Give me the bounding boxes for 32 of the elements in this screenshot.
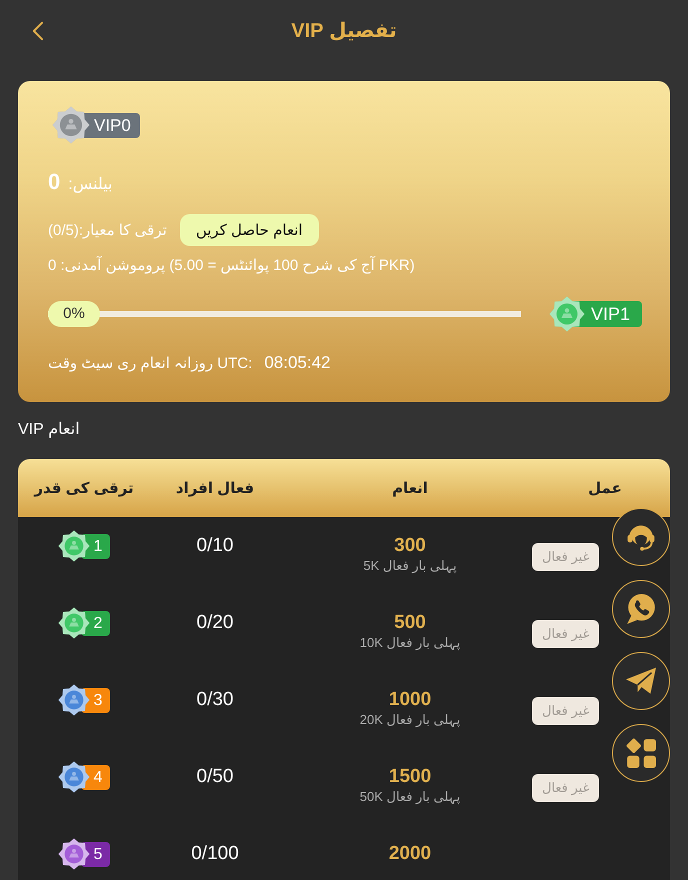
reset-time: 08:05:42 <box>264 353 330 373</box>
member-count: 0/20 <box>196 611 234 635</box>
member-count: 0/10 <box>196 534 234 558</box>
member-count: 0/50 <box>196 765 234 789</box>
column-header: انعام <box>392 479 428 497</box>
column-header: ترقی کی قدر <box>34 479 134 497</box>
progress-thumb: 0% <box>48 301 100 327</box>
claim-reward-button[interactable]: انعام حاصل کریں <box>180 214 319 246</box>
balance-value: 0 <box>48 169 60 195</box>
paper-plane-icon <box>626 666 656 696</box>
member-count: 0/100 <box>191 842 239 866</box>
page-title: تفصیل VIP <box>291 19 397 44</box>
reward-note: پہلی بار فعال 10K <box>360 635 460 651</box>
apps-grid-icon <box>626 738 656 768</box>
reward-amount: 2000 <box>388 842 432 866</box>
promotion-income: پروموشن آمدنی: 0 (آج کی شرح 100 پوائنٹس = 5.00 PKR) <box>48 256 415 276</box>
reward-note: پہلی بار فعال 50K <box>360 789 460 805</box>
reward-amount: 1000 <box>388 688 432 712</box>
upgrade-criterion: ترقی کا معیار:(0/5) <box>48 221 167 239</box>
reward-note: پہلی بار فعال 5K <box>363 558 457 574</box>
section-title: انعام VIP <box>18 420 80 440</box>
back-chevron-icon <box>30 21 44 41</box>
reset-time-label: روزانہ انعام ری سیٹ وقت UTC: <box>48 354 252 372</box>
reward-note: پہلی بار فعال 20K <box>360 712 460 728</box>
reward-amount: 500 <box>394 611 426 635</box>
balance-label: بیلنس: <box>68 175 112 195</box>
reward-amount: 1500 <box>388 765 432 789</box>
column-header: فعال افراد <box>176 479 254 497</box>
column-header: عمل <box>588 479 622 497</box>
member-count: 0/30 <box>196 688 234 712</box>
phone-bubble-icon <box>626 594 656 624</box>
reward-amount: 300 <box>394 534 426 558</box>
